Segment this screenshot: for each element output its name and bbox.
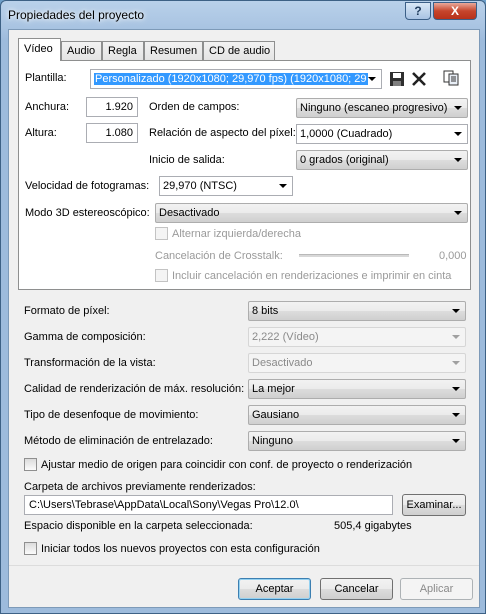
save-icon[interactable] <box>389 71 405 87</box>
free-space-value: 505,4 gigabytes <box>334 520 412 532</box>
chevron-down-icon <box>452 361 460 365</box>
chevron-down-icon <box>452 413 460 417</box>
view-transform-label: Transformación de la vista: <box>24 357 156 369</box>
field-order-combo[interactable]: Ninguno (escaneo progresivo) <box>296 98 468 118</box>
pixel-aspect-label: Relación de aspecto del píxel: <box>149 127 296 139</box>
video-tab-page: Plantilla: Personalizado (1920x1080; 29,… <box>18 60 471 290</box>
chevron-down-icon <box>452 309 460 313</box>
pixel-format-label: Formato de píxel: <box>24 305 110 317</box>
tab-summary[interactable]: Resumen <box>144 41 203 60</box>
free-space-label: Espacio disponible en la carpeta selecci… <box>24 520 253 532</box>
field-order-label: Orden de campos: <box>149 101 240 113</box>
compositing-gamma-combo[interactable]: 2,222 (Vídeo) <box>248 327 466 347</box>
swap-lr-checkbox[interactable] <box>155 227 168 240</box>
browse-button[interactable]: Examinar... <box>402 494 466 516</box>
output-rotation-value: 0 grados (original) <box>300 154 389 166</box>
chevron-down-icon <box>454 211 462 215</box>
crosstalk-value: 0,000 <box>439 250 467 262</box>
ok-button[interactable]: Aceptar <box>238 578 311 600</box>
start-new-label: Iniciar todos los nuevos proyectos con e… <box>41 543 320 555</box>
motion-blur-value: Gausiano <box>252 409 300 421</box>
window-title: Propiedades del proyecto <box>8 8 145 22</box>
close-button[interactable]: X <box>433 2 477 20</box>
template-label: Plantilla: <box>25 72 67 84</box>
tab-audio[interactable]: Audio <box>61 41 102 60</box>
copy-properties-icon[interactable] <box>443 70 459 86</box>
render-quality-label: Calidad de renderización de máx. resoluc… <box>24 383 245 395</box>
pixel-aspect-value: 1,0000 (Cuadrado) <box>300 128 393 140</box>
dialog-client: Vídeo Audio Regla Resumen CD de audio Pl… <box>8 29 480 608</box>
stereo3d-value: Desactivado <box>159 207 220 219</box>
pixel-format-combo[interactable]: 8 bits <box>248 301 466 321</box>
dialog-window: Propiedades del proyecto ? X Vídeo Audio… <box>0 0 486 614</box>
separator <box>9 565 479 566</box>
chevron-down-icon <box>452 387 460 391</box>
pixel-format-value: 8 bits <box>252 305 279 317</box>
start-new-checkbox[interactable] <box>24 542 37 555</box>
compositing-gamma-label: Gamma de composición: <box>24 331 146 343</box>
chevron-down-icon <box>452 439 460 443</box>
deinterlace-value: Ninguno <box>252 435 293 447</box>
chevron-down-icon <box>454 158 462 162</box>
apply-button[interactable]: Aplicar <box>400 578 473 600</box>
deinterlace-label: Método de eliminación de entrelazado: <box>24 435 213 447</box>
include-crosstalk-checkbox[interactable] <box>155 269 168 282</box>
deinterlace-combo[interactable]: Ninguno <box>248 431 466 451</box>
compositing-gamma-value: 2,222 (Vídeo) <box>252 331 319 343</box>
width-label: Anchura: <box>25 101 70 113</box>
chevron-down-icon <box>279 184 287 188</box>
crosstalk-slider[interactable] <box>299 254 409 257</box>
render-quality-combo[interactable]: La mejor <box>248 379 466 399</box>
chevron-down-icon <box>454 106 462 110</box>
prerender-folder-label: Carpeta de archivos previamente renderiz… <box>24 481 256 493</box>
delete-icon[interactable] <box>411 71 427 87</box>
adjust-source-label: Ajustar medio de origen para coincidir c… <box>41 459 413 471</box>
view-transform-value: Desactivado <box>252 357 313 369</box>
view-transform-combo[interactable]: Desactivado <box>248 353 466 373</box>
field-order-value: Ninguno (escaneo progresivo) <box>300 102 448 114</box>
motion-blur-combo[interactable]: Gausiano <box>248 405 466 425</box>
frame-rate-label: Velocidad de fotogramas: <box>25 180 150 192</box>
include-crosstalk-label: Incluir cancelación en renderizaciones e… <box>172 270 452 282</box>
tab-video[interactable]: Vídeo <box>18 38 61 61</box>
cancel-button[interactable]: Cancelar <box>320 578 393 600</box>
chevron-down-icon <box>454 132 462 136</box>
template-value: Personalizado (1920x1080; 29,970 fps) (1… <box>94 73 368 85</box>
stereo3d-label: Modo 3D estereoscópico: <box>25 207 150 219</box>
output-rotation-label: Inicio de salida: <box>149 154 225 166</box>
tab-audio-cd[interactable]: CD de audio <box>203 41 275 60</box>
chevron-down-icon <box>368 77 376 81</box>
output-rotation-combo[interactable]: 0 grados (original) <box>296 150 468 170</box>
chevron-down-icon <box>452 335 460 339</box>
help-button[interactable]: ? <box>405 2 431 20</box>
tab-ruler[interactable]: Regla <box>102 41 144 60</box>
frame-rate-combo[interactable]: 29,970 (NTSC) <box>159 176 293 196</box>
motion-blur-label: Tipo de desenfoque de movimiento: <box>24 409 199 421</box>
height-input[interactable]: 1.080 <box>86 123 138 143</box>
stereo3d-combo[interactable]: Desactivado <box>155 203 468 223</box>
pixel-aspect-combo[interactable]: 1,0000 (Cuadrado) <box>296 124 468 144</box>
prerender-folder-input[interactable]: C:\Users\Tebrase\AppData\Local\Sony\Vega… <box>24 495 393 515</box>
swap-lr-label: Alternar izquierda/derecha <box>172 228 302 240</box>
crosstalk-label: Cancelación de Crosstalk: <box>155 250 283 262</box>
render-quality-value: La mejor <box>252 383 295 395</box>
height-label: Altura: <box>25 127 57 139</box>
template-combo[interactable]: Personalizado (1920x1080; 29,970 fps) (1… <box>90 69 382 89</box>
width-input[interactable]: 1.920 <box>86 97 138 117</box>
adjust-source-checkbox[interactable] <box>24 458 37 471</box>
frame-rate-value: 29,970 (NTSC) <box>163 180 237 192</box>
